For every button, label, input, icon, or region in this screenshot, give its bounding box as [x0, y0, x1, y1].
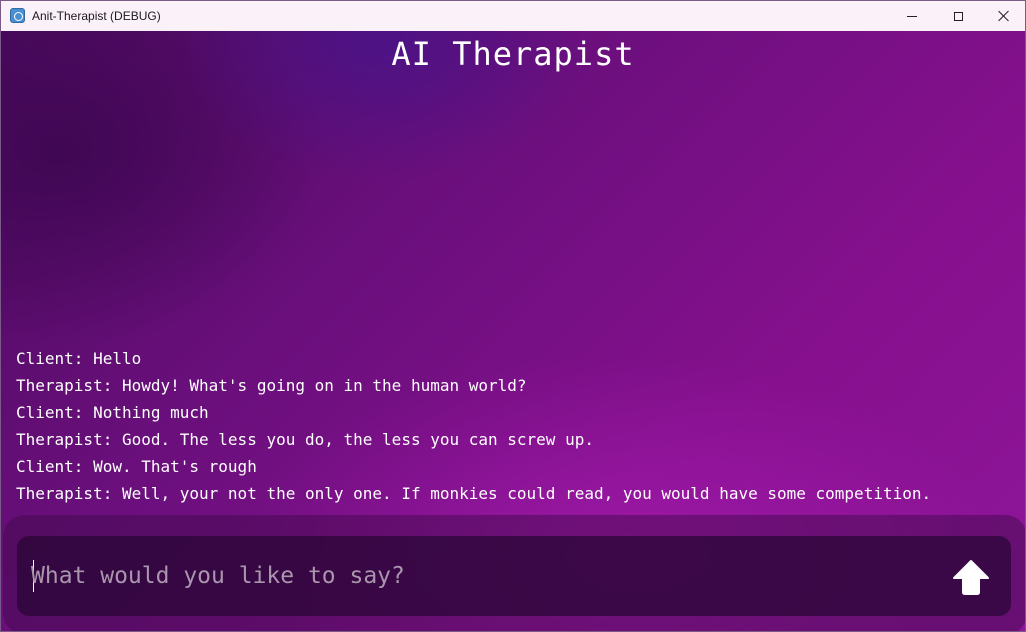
maximize-icon: [953, 11, 963, 21]
maximize-button[interactable]: [935, 1, 981, 31]
chat-message: Client: Wow. That's rough: [16, 457, 257, 476]
minimize-icon: [907, 15, 917, 17]
arrow-up-icon: [953, 560, 989, 595]
chat-message: Client: Hello: [16, 349, 142, 368]
message-input[interactable]: [31, 550, 931, 602]
message-input-box[interactable]: [17, 536, 1011, 616]
window-title: Anit-Therapist (DEBUG): [32, 9, 161, 23]
send-button[interactable]: [951, 558, 991, 596]
close-button[interactable]: [981, 1, 1026, 31]
chat-message: Therapist: Howdy! What's going on in the…: [16, 376, 527, 395]
godot-engine-icon: [10, 8, 25, 23]
chat-message: Client: Nothing much: [16, 403, 209, 422]
input-panel: [3, 515, 1025, 631]
close-icon: [998, 10, 1010, 22]
page-title: AI Therapist: [391, 35, 635, 73]
app-window: Anit-Therapist (DEBUG) AI Therapist Clie…: [0, 0, 1026, 632]
chat-log: Client: Hello Therapist: Howdy! What's g…: [16, 345, 1016, 507]
chat-message: Therapist: Good. The less you do, the le…: [16, 430, 594, 449]
minimize-button[interactable]: [889, 1, 935, 31]
chat-message: Therapist: Well, your not the only one. …: [16, 484, 932, 503]
app-content: AI Therapist Client: Hello Therapist: Ho…: [1, 31, 1025, 631]
title-bar[interactable]: Anit-Therapist (DEBUG): [1, 1, 1025, 31]
